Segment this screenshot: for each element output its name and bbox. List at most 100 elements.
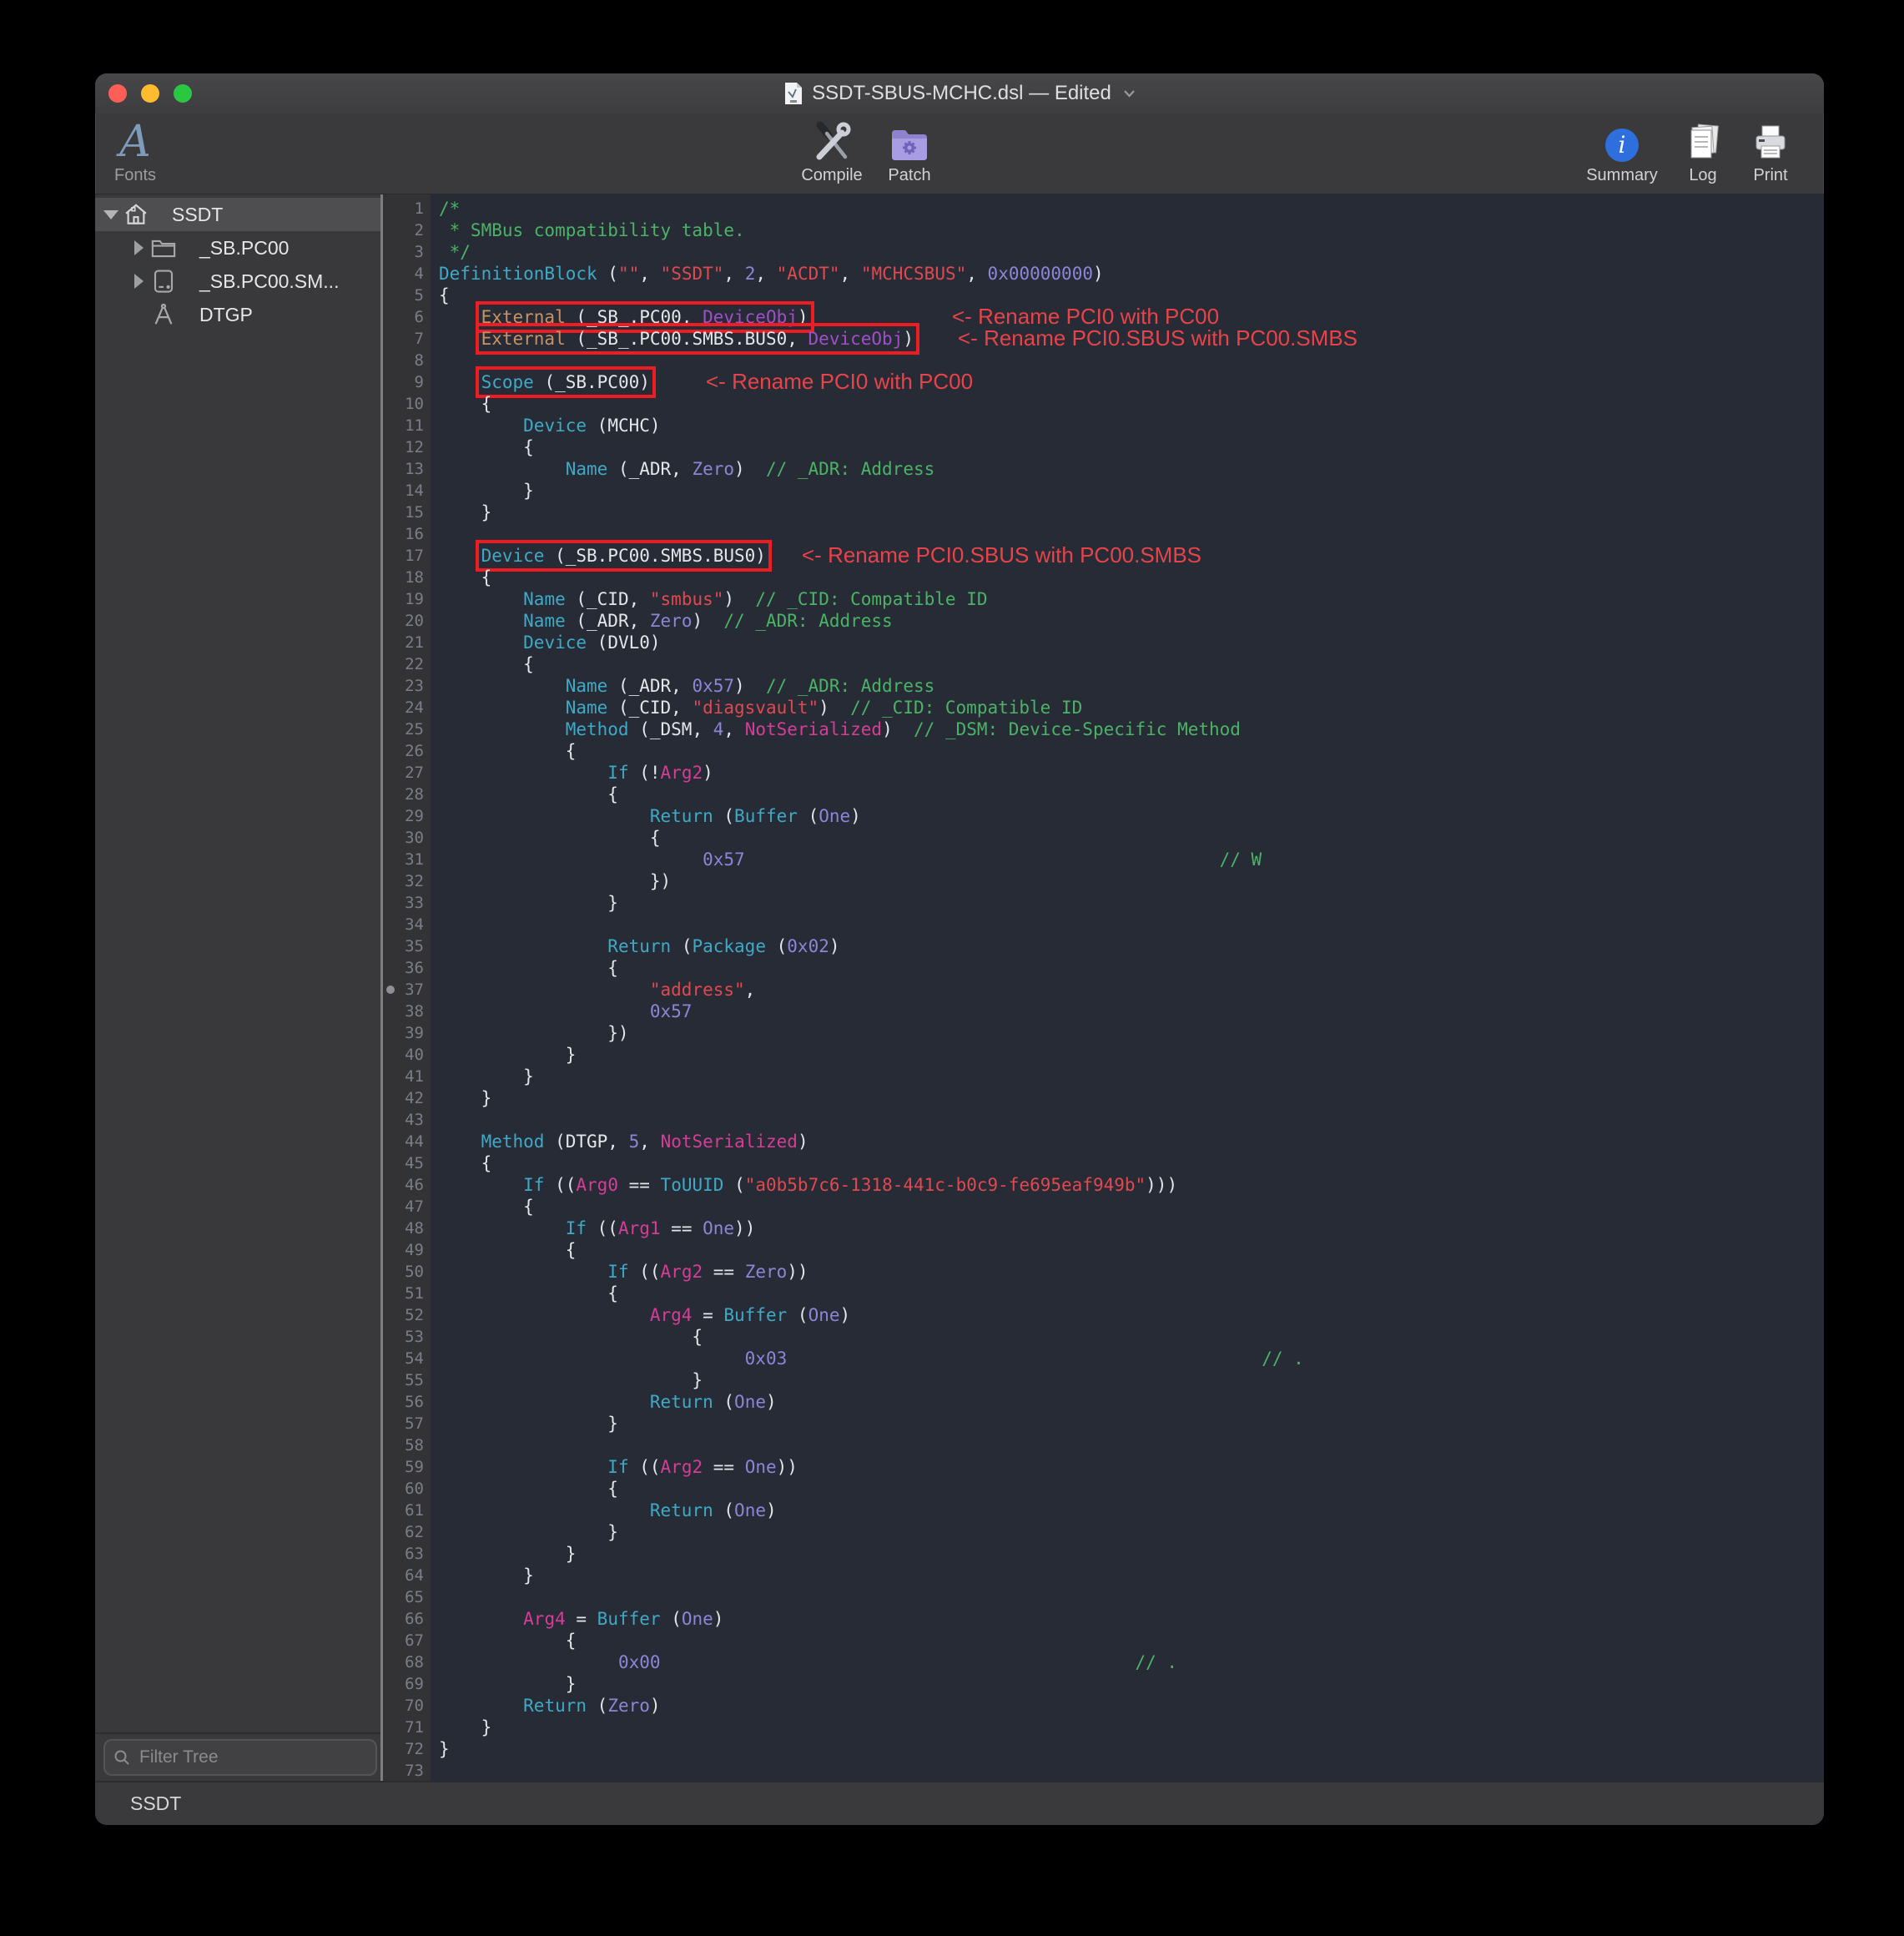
code-line[interactable] [431,1434,1824,1456]
code-line[interactable]: { [431,1239,1824,1261]
code-line[interactable]: } [431,1521,1824,1543]
code-line[interactable]: Device (DVL0) [431,632,1824,653]
code-line[interactable]: } [431,1413,1824,1434]
code-line[interactable]: } [431,502,1824,523]
code-line[interactable]: Name (_ADR, Zero) // _ADR: Address [431,610,1824,632]
traffic-lights [108,73,192,113]
code-line[interactable]: { [431,1630,1824,1651]
code-line[interactable]: { [431,1283,1824,1304]
code-line[interactable]: { [431,436,1824,458]
code-area[interactable]: /* * SMBus compatibility table. */Defini… [431,194,1824,1781]
tree-item-label: DTGP [199,304,253,326]
code-line[interactable] [431,1586,1824,1608]
line-number: 55 [383,1369,431,1391]
code-line[interactable]: Return (Buffer (One) [431,805,1824,827]
code-line[interactable]: { [431,653,1824,675]
code-line[interactable]: { [431,1478,1824,1500]
code-line[interactable]: Arg4 = Buffer (One) [431,1304,1824,1326]
code-line[interactable]: 0x00 // . [431,1651,1824,1673]
code-line[interactable]: Method (_DSM, 4, NotSerialized) // _DSM:… [431,718,1824,740]
compass-icon [149,302,178,327]
code-line[interactable]: } [431,1565,1824,1586]
code-line[interactable]: } [431,1717,1824,1738]
code-line[interactable]: Return (One) [431,1391,1824,1413]
code-line[interactable]: { [431,827,1824,849]
patch-button[interactable]: Patch [839,115,980,185]
code-line[interactable]: Name (_ADR, 0x57) // _ADR: Address [431,675,1824,697]
code-line[interactable]: Name (_ADR, Zero) // _ADR: Address [431,458,1824,480]
code-line[interactable]: If ((Arg0 == ToUUID ("a0b5b7c6-1318-441c… [431,1174,1824,1196]
code-line[interactable]: } [431,1738,1824,1760]
zoom-button[interactable] [174,84,192,103]
code-line[interactable]: }) [431,1022,1824,1044]
code-line[interactable]: Return (One) [431,1500,1824,1521]
filter-tree-input[interactable] [138,1747,367,1768]
line-number: 53 [383,1326,431,1348]
code-line[interactable]: Arg4 = Buffer (One) [431,1608,1824,1630]
code-line[interactable]: Return (Package (0x02) [431,935,1824,957]
code-line[interactable]: Name (_CID, "diagsvault") // _CID: Compa… [431,697,1824,718]
code-line[interactable]: Device (MCHC) [431,415,1824,436]
code-line[interactable]: Method (DTGP, 5, NotSerialized) [431,1131,1824,1152]
code-line[interactable]: Return (Zero) [431,1695,1824,1717]
code-line[interactable]: Scope (_SB.PC00)<- Rename PCI0 with PC00 [431,371,1824,393]
code-line[interactable] [431,1760,1824,1782]
code-line[interactable]: } [431,892,1824,914]
line-number: 66 [383,1608,431,1630]
code-line[interactable]: { [431,1326,1824,1348]
code-line[interactable]: 0x03 // . [431,1348,1824,1369]
code-line[interactable]: External (_SB_.PC00.SMBS.BUS0, DeviceObj… [431,328,1824,350]
folder-icon [149,237,178,259]
filter-tree-field[interactable] [103,1739,377,1776]
code-line[interactable]: { [431,1152,1824,1174]
print-button[interactable]: Print [1700,115,1824,185]
code-line[interactable]: "address", [431,979,1824,1001]
code-line[interactable]: } [431,1543,1824,1565]
disclosure-triangle-icon[interactable] [128,240,149,255]
code-line[interactable]: 0x57 // W [431,849,1824,870]
code-line[interactable] [431,914,1824,935]
code-line[interactable]: { [431,957,1824,979]
fonts-button[interactable]: A Fonts [95,115,206,185]
code-line[interactable] [431,350,1824,371]
code-line[interactable]: */ [431,241,1824,263]
code-line[interactable]: }) [431,870,1824,892]
code-line[interactable]: If ((Arg1 == One)) [431,1218,1824,1239]
line-number: 43 [383,1109,431,1131]
code-line[interactable]: Name (_CID, "smbus") // _CID: Compatible… [431,588,1824,610]
code-line[interactable]: } [431,1369,1824,1391]
tree-item-dtgp[interactable]: DTGP [95,298,380,331]
disclosure-triangle-icon[interactable] [128,274,149,289]
line-number: 46 [383,1174,431,1196]
code-line[interactable]: } [431,1044,1824,1066]
patch-highlight-box: Device (_SB.PC00.SMBS.BUS0) [481,546,766,566]
line-number: 48 [383,1218,431,1239]
code-line[interactable]: Device (_SB.PC00.SMBS.BUS0)<- Rename PCI… [431,545,1824,567]
close-button[interactable] [108,84,127,103]
code-line[interactable]: If ((Arg2 == One)) [431,1456,1824,1478]
code-line[interactable]: { [431,740,1824,762]
code-line[interactable]: { [431,1196,1824,1218]
code-line[interactable]: } [431,1087,1824,1109]
tree-item-ssdt[interactable]: SSDT [95,198,380,231]
line-number: 68 [383,1651,431,1673]
code-line[interactable] [431,1109,1824,1131]
code-editor[interactable]: 1234567891011121314151617181920212223242… [383,194,1824,1781]
code-line[interactable]: /* [431,198,1824,219]
code-line[interactable]: } [431,480,1824,502]
code-line[interactable]: If ((Arg2 == Zero)) [431,1261,1824,1283]
tree-item-sb-pc00-sm[interactable]: _SB.PC00.SM... [95,265,380,298]
minimize-button[interactable] [141,84,159,103]
disclosure-triangle-icon[interactable] [100,210,122,219]
code-line[interactable]: } [431,1673,1824,1695]
code-line[interactable]: { [431,393,1824,415]
code-line[interactable]: DefinitionBlock ("", "SSDT", 2, "ACDT", … [431,263,1824,285]
code-line[interactable]: { [431,567,1824,588]
chevron-down-icon[interactable] [1123,89,1136,98]
code-line[interactable]: 0x57 [431,1001,1824,1022]
code-line[interactable]: { [431,784,1824,805]
code-line[interactable]: } [431,1066,1824,1087]
code-line[interactable]: * SMBus compatibility table. [431,219,1824,241]
code-line[interactable]: If (!Arg2) [431,762,1824,784]
tree-item-sb-pc00[interactable]: _SB.PC00 [95,231,380,265]
